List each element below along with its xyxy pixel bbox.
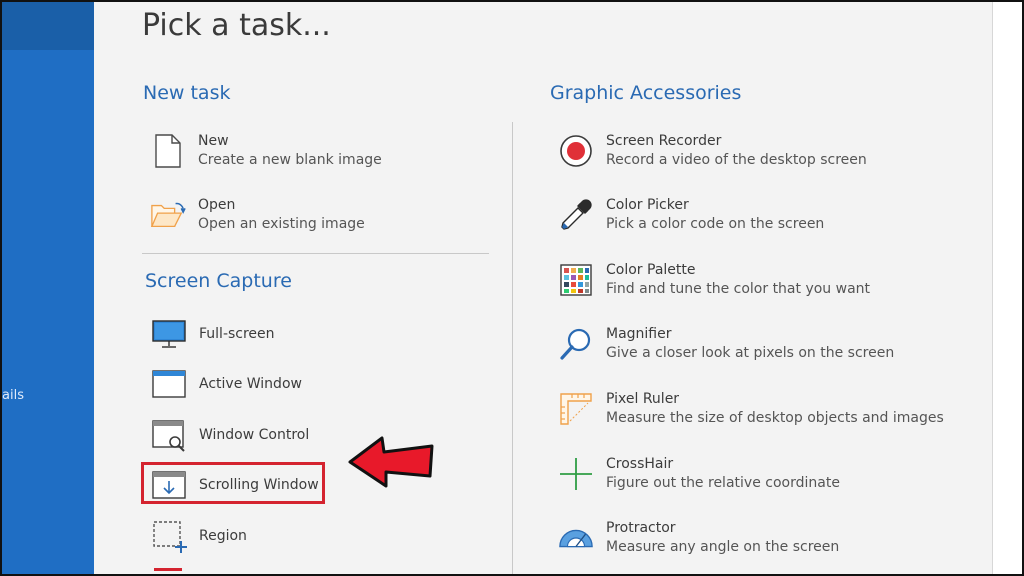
pixel-ruler-desc: Measure the size of desktop objects and … xyxy=(606,410,944,426)
color-palette-desc: Find and tune the color that you want xyxy=(606,281,871,297)
tool-color-picker[interactable]: Color Picker Pick a color code on the sc… xyxy=(558,196,824,234)
capture-full-screen[interactable]: Full-screen xyxy=(151,316,275,352)
capture-window-control[interactable]: Window Control xyxy=(151,417,309,453)
monitor-icon xyxy=(151,316,187,352)
screen-recorder-title: Screen Recorder xyxy=(606,133,722,149)
capture-region[interactable]: Region xyxy=(151,518,247,554)
screen-recorder-desc: Record a video of the desktop screen xyxy=(606,152,867,168)
protractor-title: Protractor xyxy=(606,520,676,536)
pointer-arrow-icon xyxy=(348,436,434,488)
color-picker-title: Color Picker xyxy=(606,197,689,213)
section-divider xyxy=(142,253,489,254)
tool-crosshair[interactable]: CrossHair Figure out the relative coordi… xyxy=(558,455,840,493)
section-title-new-task: New task xyxy=(143,82,231,104)
sidebar-item-label[interactable]: ails xyxy=(2,388,24,403)
record-icon xyxy=(558,133,594,169)
new-image-item[interactable]: New Create a new blank image xyxy=(150,132,382,170)
open-item-title: Open xyxy=(198,197,236,213)
window-icon xyxy=(151,366,187,402)
palette-grid-icon xyxy=(558,262,594,298)
crosshair-title: CrossHair xyxy=(606,456,674,472)
right-edge-panel xyxy=(992,2,1022,574)
capture-full-screen-label: Full-screen xyxy=(199,326,275,342)
window-search-icon xyxy=(151,417,187,453)
color-palette-title: Color Palette xyxy=(606,262,696,278)
scrolling-window-highlight xyxy=(141,462,325,504)
magnifier-icon xyxy=(558,326,594,362)
capture-window-control-label: Window Control xyxy=(199,427,310,443)
capture-region-label: Region xyxy=(199,528,247,544)
tool-screen-recorder[interactable]: Screen Recorder Record a video of the de… xyxy=(558,132,867,170)
new-file-icon xyxy=(150,133,186,169)
region-select-icon xyxy=(151,518,187,554)
color-picker-desc: Pick a color code on the screen xyxy=(606,216,825,232)
tool-protractor[interactable]: Protractor Measure any angle on the scre… xyxy=(558,519,839,557)
pixel-ruler-title: Pixel Ruler xyxy=(606,391,680,407)
capture-active-window[interactable]: Active Window xyxy=(151,366,302,402)
magnifier-title: Magnifier xyxy=(606,326,672,342)
tool-magnifier[interactable]: Magnifier Give a closer look at pixels o… xyxy=(558,325,894,363)
sidebar: ails xyxy=(2,2,94,574)
new-item-desc: Create a new blank image xyxy=(198,152,382,168)
open-folder-icon xyxy=(150,197,186,233)
app-frame: ails Pick a task... New task New Create … xyxy=(0,0,1024,576)
eyedropper-icon xyxy=(558,197,594,233)
column-divider xyxy=(512,122,513,574)
capture-active-window-label: Active Window xyxy=(199,376,302,392)
ruler-icon xyxy=(558,391,594,427)
crosshair-icon xyxy=(558,456,594,492)
magnifier-desc: Give a closer look at pixels on the scre… xyxy=(606,345,895,361)
section-title-screen-capture: Screen Capture xyxy=(145,270,292,292)
next-item-partial-icon xyxy=(154,568,182,571)
protractor-desc: Measure any angle on the screen xyxy=(606,539,840,555)
crosshair-desc: Figure out the relative coordinate xyxy=(606,475,840,491)
new-item-title: New xyxy=(198,133,229,149)
tool-color-palette[interactable]: Color Palette Find and tune the color th… xyxy=(558,261,870,299)
tool-pixel-ruler[interactable]: Pixel Ruler Measure the size of desktop … xyxy=(558,390,944,428)
protractor-icon xyxy=(558,520,594,556)
sidebar-selected-item[interactable] xyxy=(2,2,94,50)
task-panel: Pick a task... New task New Create a new… xyxy=(94,2,992,574)
section-title-graphic-accessories: Graphic Accessories xyxy=(550,82,742,104)
page-title: Pick a task... xyxy=(142,8,331,43)
open-image-item[interactable]: Open Open an existing image xyxy=(150,196,365,234)
open-item-desc: Open an existing image xyxy=(198,216,365,232)
